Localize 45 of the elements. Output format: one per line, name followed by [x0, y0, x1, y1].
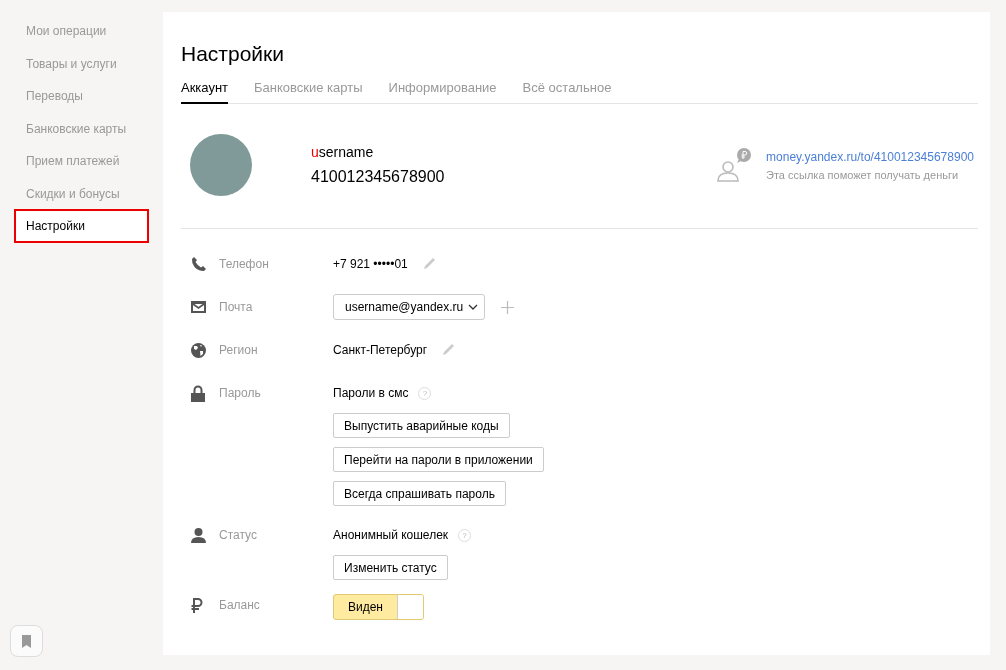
- person-bubble-icon: [716, 148, 753, 182]
- action-button[interactable]: Всегда спрашивать пароль: [333, 481, 506, 506]
- lock-icon: [191, 384, 205, 402]
- person-icon: [191, 527, 206, 543]
- phone-icon: [191, 256, 207, 272]
- ruble-icon: [191, 597, 203, 613]
- chevron-icon: [468, 303, 479, 310]
- action-button[interactable]: Выпустить аварийные коды: [333, 413, 510, 438]
- sidebar-item[interactable]: Банковские карты: [14, 111, 149, 142]
- field-label: Статус: [218, 527, 258, 544]
- link-hint: Эта ссылка поможет получать деньги: [766, 168, 960, 181]
- field-label: Баланс: [218, 597, 261, 614]
- field-label: Телефон: [218, 256, 270, 273]
- mail-icon: [191, 301, 206, 313]
- username: username: [311, 144, 375, 160]
- account-number: 410012345678900: [311, 168, 446, 186]
- visibility-toggle[interactable]: Виден: [333, 594, 424, 620]
- plus-icon[interactable]: [501, 300, 515, 314]
- field-value: Анонимный кошелек: [333, 528, 449, 542]
- pencil-icon[interactable]: [421, 257, 436, 271]
- tab[interactable]: Всё остальное: [522, 80, 612, 104]
- field-label: Регион: [218, 342, 259, 359]
- action-button[interactable]: Изменить статус: [333, 555, 448, 580]
- tab[interactable]: Аккаунт: [181, 80, 229, 104]
- tab[interactable]: Банковские карты: [254, 80, 363, 104]
- field-label: Пароль: [218, 385, 262, 402]
- email-select[interactable]: username@yandex.ru: [333, 293, 486, 320]
- tab[interactable]: Информирование: [388, 80, 497, 104]
- field-value: Санкт-Петербург: [333, 343, 428, 357]
- sidebar-item[interactable]: Товары и услуги: [14, 46, 149, 77]
- field-value: +7 921 •••••01: [333, 257, 408, 271]
- pencil-icon[interactable]: [441, 343, 456, 357]
- bookmark-icon: [22, 634, 31, 648]
- sidebar-item[interactable]: Мои операции: [14, 14, 149, 45]
- sidebar-item[interactable]: Прием платежей: [14, 144, 149, 175]
- page-title: Настройки: [181, 42, 285, 66]
- bookmark-button[interactable]: [10, 625, 43, 657]
- wallet-link[interactable]: money.yandex.ru/to/410012345678900: [766, 149, 974, 164]
- sidebar-item[interactable]: Скидки и бонусы: [14, 176, 149, 207]
- globe-icon: [191, 342, 206, 358]
- field-label: Почта: [218, 299, 254, 316]
- action-button[interactable]: Перейти на пароли в приложении: [333, 447, 544, 472]
- sidebar-item[interactable]: Настройки: [14, 209, 149, 243]
- field-value: Пароли в смс: [333, 386, 409, 400]
- sidebar-item[interactable]: Переводы: [14, 79, 149, 110]
